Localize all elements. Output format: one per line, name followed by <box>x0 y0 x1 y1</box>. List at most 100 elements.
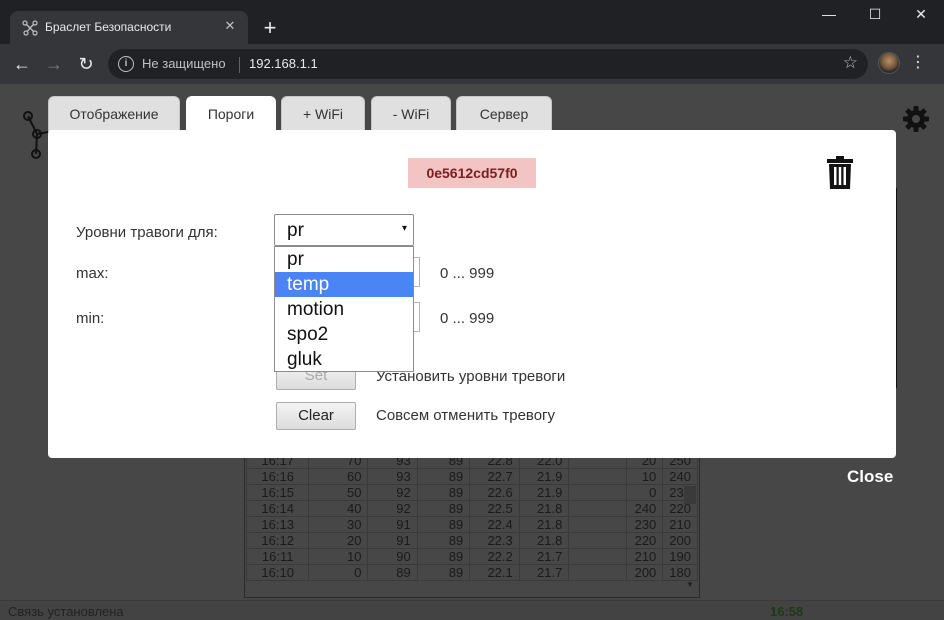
url-text[interactable]: 192.168.1.1 <box>249 56 318 71</box>
table-row: 16:10 0 89 89 22.1 21.7 200 180 <box>245 564 698 581</box>
device-id-badge: 0e5612cd57f0 <box>408 158 536 188</box>
table-cell: 89 <box>416 532 471 549</box>
table-cell: 92 <box>367 500 418 517</box>
table-cell: 89 <box>416 516 471 533</box>
option-pr[interactable]: pr <box>275 247 413 272</box>
option-motion[interactable]: motion <box>275 297 413 322</box>
table-cell: 21.9 <box>518 484 570 501</box>
chevron-down-icon: ▾ <box>401 223 407 234</box>
tab-display[interactable]: Отображение <box>48 96 180 132</box>
security-status[interactable]: Не защищено <box>142 56 226 71</box>
trash-icon[interactable] <box>826 156 854 190</box>
scroll-down-arrow-icon[interactable]: ▼ <box>684 580 696 589</box>
gear-icon[interactable] <box>902 105 930 133</box>
table-row: 16:15 50 92 89 22.6 21.9 0 230 <box>245 484 698 501</box>
table-cell: 21.7 <box>518 548 570 565</box>
option-gluk[interactable]: gluk <box>275 347 413 372</box>
table-cell: 22.1 <box>469 564 520 581</box>
parameter-dropdown-list: pr temp motion spo2 gluk <box>274 246 414 372</box>
table-cell: 22.3 <box>469 532 520 549</box>
parameter-select[interactable]: pr ▾ <box>274 214 414 246</box>
table-cell: 22.5 <box>469 500 520 517</box>
table-cell: 220 <box>626 532 664 549</box>
forward-button[interactable]: → <box>42 52 66 76</box>
tab-thresholds[interactable]: Пороги <box>186 96 276 134</box>
table-cell: 22.6 <box>469 484 520 501</box>
table-cell: 210 <box>662 516 698 533</box>
option-temp[interactable]: temp <box>275 272 413 297</box>
new-tab-button[interactable]: + <box>257 15 283 41</box>
table-cell: 16:16 <box>245 468 310 485</box>
max-label: max: <box>76 265 109 282</box>
clear-button[interactable]: Clear <box>276 402 356 430</box>
option-spo2[interactable]: spo2 <box>275 322 413 347</box>
table-cell: 0 <box>626 484 664 501</box>
table-cell: 40 <box>308 500 369 517</box>
table-cell <box>568 564 628 581</box>
close-link[interactable]: Close <box>847 467 893 487</box>
table-cell: 200 <box>662 532 698 549</box>
network-graph-icon <box>22 20 38 36</box>
browser-menu-icon[interactable]: ⋮ <box>908 53 928 73</box>
status-bar: Связь установлена 16:58 <box>0 600 944 620</box>
table-row: 16:14 40 92 89 22.5 21.8 240 220 <box>245 500 698 517</box>
browser-toolbar: ← → ↻ i Не защищено 192.168.1.1 ☆ <box>0 44 944 84</box>
table-cell: 21.8 <box>518 532 570 549</box>
back-button[interactable]: ← <box>10 52 34 76</box>
table-cell <box>568 468 628 485</box>
table-cell <box>568 500 628 517</box>
table-cell: 21.9 <box>518 468 570 485</box>
table-cell: 21.7 <box>518 564 570 581</box>
table-cell: 22.2 <box>469 548 520 565</box>
reload-button[interactable]: ↻ <box>74 52 98 76</box>
table-row: 16:12 20 91 89 22.3 21.8 220 200 <box>245 532 698 549</box>
table-cell: 16:15 <box>245 484 310 501</box>
tab-add-wifi[interactable]: + WiFi <box>281 96 365 132</box>
data-table: 16:17 70 93 89 22.8 22.0 20 250 16:16 60 93 89 22.7 2… <box>245 452 698 581</box>
table-cell <box>568 532 628 549</box>
bookmark-star-icon[interactable]: ☆ <box>843 53 858 73</box>
thresholds-modal: 0e5612cd57f0 Уровни травоги для: pr ▾ ma… <box>48 130 896 458</box>
table-cell: 16:11 <box>245 548 310 565</box>
tab-close-icon[interactable]: ✕ <box>222 18 238 34</box>
window-close-button[interactable]: ✕ <box>898 0 944 30</box>
browser-tab[interactable]: Браслет Безопасности ✕ <box>10 11 248 44</box>
table-cell: 30 <box>308 516 369 533</box>
table-cell: 21.8 <box>518 500 570 517</box>
tab-title: Браслет Безопасности <box>45 20 172 34</box>
table-cell: 10 <box>308 548 369 565</box>
table-cell: 0 <box>308 564 369 581</box>
connection-status: Связь установлена <box>8 604 124 619</box>
table-cell: 21.8 <box>518 516 570 533</box>
table-cell: 93 <box>367 468 418 485</box>
table-cell: 91 <box>367 532 418 549</box>
table-cell: 230 <box>626 516 664 533</box>
table-cell: 50 <box>308 484 369 501</box>
select-current-value: pr <box>287 220 304 241</box>
tab-server[interactable]: Сервер <box>456 96 552 132</box>
table-cell: 16:14 <box>245 500 310 517</box>
table-cell: 89 <box>367 564 418 581</box>
table-cell: 22.7 <box>469 468 520 485</box>
table-row: 16:11 10 90 89 22.2 21.7 210 190 <box>245 548 698 565</box>
profile-avatar[interactable] <box>878 52 900 74</box>
tab-remove-wifi[interactable]: - WiFi <box>371 96 451 132</box>
table-cell <box>568 548 628 565</box>
table-cell <box>568 484 628 501</box>
min-range: 0 ... 999 <box>440 310 495 327</box>
table-cell: 20 <box>308 532 369 549</box>
address-bar[interactable]: i Не защищено 192.168.1.1 ☆ <box>108 49 868 79</box>
info-icon[interactable]: i <box>118 56 134 72</box>
table-row: 16:13 30 91 89 22.4 21.8 230 210 <box>245 516 698 533</box>
table-cell: 200 <box>626 564 664 581</box>
min-label: min: <box>76 310 105 327</box>
table-cell: 16:10 <box>245 564 310 581</box>
table-row: 16:16 60 93 89 22.7 21.9 10 240 <box>245 468 698 485</box>
table-cell: 16:13 <box>245 516 310 533</box>
minimize-button[interactable]: — <box>806 0 852 30</box>
maximize-button[interactable]: ☐ <box>852 0 898 30</box>
table-scrollbar-thumb[interactable] <box>684 486 696 504</box>
table-cell: 16:12 <box>245 532 310 549</box>
table-cell: 210 <box>626 548 664 565</box>
table-cell: 89 <box>416 564 471 581</box>
